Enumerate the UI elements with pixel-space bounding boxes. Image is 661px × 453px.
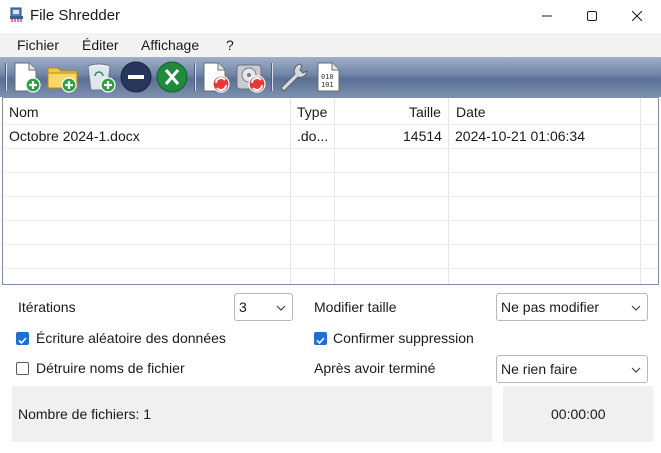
- settings-button[interactable]: [276, 60, 310, 94]
- binary-file-icon: 010 101: [317, 62, 340, 92]
- svg-text:101: 101: [321, 81, 334, 89]
- title-bar: File Shredder: [0, 0, 661, 32]
- toolbar: 010 101: [0, 57, 661, 97]
- header-type[interactable]: Type: [297, 104, 327, 120]
- window-title: File Shredder: [30, 7, 121, 24]
- add-folder-button[interactable]: [46, 60, 80, 94]
- row-divider: [3, 148, 658, 149]
- row-divider: [3, 220, 658, 221]
- destroy-names-label: Détruire noms de fichier: [36, 360, 185, 376]
- menu-editer[interactable]: Éditer: [82, 37, 119, 53]
- random-write-label: Écriture aléatoire des données: [36, 330, 226, 346]
- menu-fichier[interactable]: Fichier: [17, 37, 59, 53]
- shred-files-button[interactable]: [199, 60, 233, 94]
- timer-text: 00:00:00: [551, 406, 606, 422]
- add-file-button[interactable]: [10, 60, 44, 94]
- checkmark-icon: [18, 337, 27, 345]
- cell-name: Octobre 2024-1.docx: [9, 128, 140, 144]
- shred-free-space-icon: [236, 64, 266, 93]
- row-divider: [3, 244, 658, 245]
- remove-button[interactable]: [119, 60, 153, 94]
- confirm-delete-checkbox[interactable]: [314, 332, 327, 345]
- shred-free-space-button[interactable]: [234, 60, 268, 94]
- minimize-button[interactable]: [524, 0, 570, 32]
- random-write-checkbox[interactable]: [16, 332, 29, 345]
- toolbar-separator: [271, 63, 273, 91]
- close-icon: [632, 11, 642, 21]
- file-list[interactable]: Nom Type Taille Date Octobre 2024-1.docx…: [2, 97, 659, 285]
- toolbar-grip: [5, 63, 7, 91]
- menu-affichage[interactable]: Affichage: [141, 37, 199, 53]
- minimize-icon: [542, 15, 552, 17]
- add-recycle-bin-button[interactable]: [84, 60, 118, 94]
- chevron-down-icon: [631, 305, 641, 311]
- iterations-label: Itérations: [18, 299, 76, 315]
- add-recycle-bin-icon: [87, 63, 116, 93]
- file-count-panel: Nombre de fichiers: 1: [12, 386, 492, 442]
- settings-wrench-icon: [280, 63, 308, 92]
- destroy-names-checkbox[interactable]: [16, 362, 29, 375]
- menu-bar: Fichier Éditer Affichage ?: [0, 33, 661, 57]
- maximize-icon: [587, 11, 597, 21]
- header-date[interactable]: Date: [456, 104, 486, 120]
- checkmark-icon: [316, 337, 325, 345]
- timer-panel: 00:00:00: [503, 386, 653, 442]
- header-taille[interactable]: Taille: [409, 104, 441, 120]
- chevron-down-icon: [276, 305, 286, 311]
- row-divider: [3, 196, 658, 197]
- binary-file-button[interactable]: 010 101: [312, 60, 346, 94]
- file-count-text: Nombre de fichiers: 1: [18, 406, 152, 422]
- iterations-value: 3: [239, 299, 247, 315]
- row-divider: [3, 268, 658, 269]
- cell-size: 14514: [403, 128, 442, 144]
- cell-date: 2024-10-21 01:06:34: [455, 128, 585, 144]
- menu-help[interactable]: ?: [226, 37, 234, 53]
- file-shredder-app-icon: [10, 7, 23, 22]
- clear-list-button[interactable]: [155, 60, 189, 94]
- header-nom[interactable]: Nom: [9, 104, 39, 120]
- close-button[interactable]: [614, 0, 660, 32]
- after-finish-label: Après avoir terminé: [314, 360, 436, 376]
- after-finish-value: Ne rien faire: [501, 361, 578, 377]
- after-finish-select[interactable]: Ne rien faire: [496, 355, 648, 383]
- clear-list-icon: [156, 61, 188, 93]
- svg-text:010: 010: [321, 73, 334, 81]
- modify-size-select[interactable]: Ne pas modifier: [496, 293, 648, 321]
- maximize-button[interactable]: [569, 0, 615, 32]
- table-row[interactable]: Octobre 2024-1.docx .do... 14514 2024-10…: [3, 125, 658, 148]
- cell-type: .do...: [297, 128, 329, 144]
- add-folder-icon: [47, 67, 78, 93]
- add-file-icon: [14, 62, 41, 93]
- shred-files-icon: [203, 62, 230, 93]
- remove-icon: [120, 61, 152, 93]
- iterations-select[interactable]: 3: [234, 293, 293, 321]
- modify-size-value: Ne pas modifier: [501, 299, 600, 315]
- modify-size-label: Modifier taille: [314, 299, 397, 315]
- row-divider: [3, 172, 658, 173]
- chevron-down-icon: [631, 367, 641, 373]
- confirm-delete-label: Confirmer suppression: [333, 330, 474, 346]
- toolbar-separator: [194, 63, 196, 91]
